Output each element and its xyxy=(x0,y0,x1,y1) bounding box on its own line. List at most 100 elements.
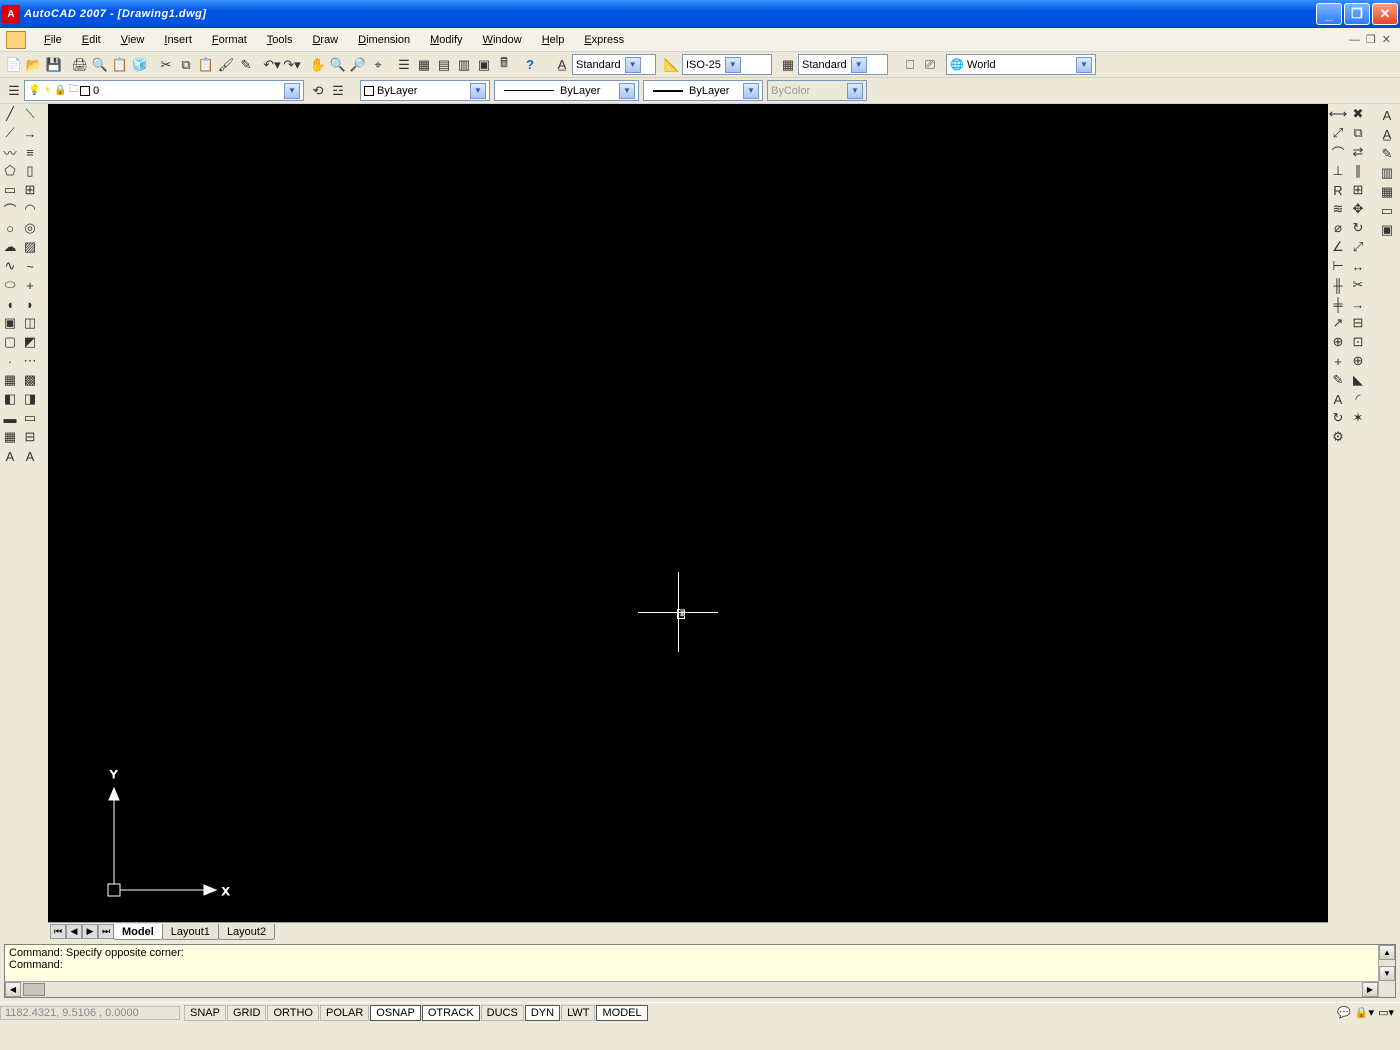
dimstyle-icon[interactable]: ⚙ xyxy=(1328,427,1348,447)
axis-icon[interactable]: + xyxy=(20,275,40,295)
minimize-button[interactable]: _ xyxy=(1316,3,1342,25)
menu-dimension[interactable]: Dimension xyxy=(348,32,420,48)
point-icon[interactable]: · xyxy=(0,351,20,371)
lock-icon[interactable]: 🔒▾ xyxy=(1355,1006,1374,1019)
coordinate-display[interactable]: 1182.4321, 9.5106 , 0.0000 xyxy=(0,1006,180,1020)
save-icon[interactable]: 💾 xyxy=(44,55,64,75)
pan-icon[interactable]: ✋ xyxy=(308,55,328,75)
status-otrack-button[interactable]: OTRACK xyxy=(422,1005,480,1021)
dimdia-icon[interactable]: ⌀ xyxy=(1328,218,1348,238)
plot-preview-icon[interactable]: 🔍 xyxy=(90,55,110,75)
menu-modify[interactable]: Modify xyxy=(420,32,472,48)
dimjog-icon[interactable]: ≋ xyxy=(1328,199,1348,219)
menu-draw[interactable]: Draw xyxy=(302,32,348,48)
dimang-icon[interactable]: ∠ xyxy=(1328,237,1348,257)
menu-window[interactable]: Window xyxy=(473,32,532,48)
tab-layout1[interactable]: Layout1 xyxy=(162,924,219,940)
breakat-icon[interactable]: ⊡ xyxy=(1348,332,1368,352)
tab-layout2[interactable]: Layout2 xyxy=(218,924,275,940)
drawing-canvas[interactable]: ⌛ X Y xyxy=(48,104,1328,922)
boundary-icon[interactable]: ▭ xyxy=(20,408,40,428)
text-style-icon[interactable]: A̲ xyxy=(552,55,572,75)
pline-icon[interactable]: 〰 xyxy=(0,142,20,162)
table-icon[interactable]: ▦ xyxy=(0,427,20,447)
scroll-right-button[interactable]: ▶ xyxy=(1362,982,1378,997)
menu-edit[interactable]: Edit xyxy=(72,32,111,48)
rotate-icon[interactable]: ↻ xyxy=(1348,218,1368,238)
iblock-icon[interactable]: ▣ xyxy=(0,313,20,333)
tbl-icon[interactable]: ⊟ xyxy=(20,427,40,447)
spline-icon[interactable]: ∿ xyxy=(0,256,20,276)
menu-insert[interactable]: Insert xyxy=(154,32,202,48)
wblock-icon[interactable]: ◩ xyxy=(20,332,40,352)
status-ducs-button[interactable]: DUCS xyxy=(481,1005,524,1021)
status-lwt-button[interactable]: LWT xyxy=(561,1005,595,1021)
mtext-icon[interactable]: A xyxy=(0,446,20,466)
mline-icon[interactable]: ≡ xyxy=(20,142,40,162)
move-icon[interactable]: ✥ xyxy=(1348,199,1368,219)
design-center-icon[interactable]: ▦ xyxy=(414,55,434,75)
table-style-dropdown[interactable]: Standard ▼ xyxy=(798,54,888,75)
center-icon[interactable]: + xyxy=(1328,351,1348,371)
tab-prev-button[interactable]: ◀ xyxy=(66,924,82,939)
offset-icon[interactable]: ∥ xyxy=(1348,161,1368,181)
plot-icon[interactable]: 🖨 xyxy=(70,55,90,75)
scroll-up-button[interactable]: ▲ xyxy=(1379,945,1395,960)
grad2-icon[interactable]: ◨ xyxy=(20,389,40,409)
stretch-icon[interactable]: ↔ xyxy=(1348,256,1368,276)
book2-icon[interactable]: ▣ xyxy=(1377,220,1397,239)
fields-icon[interactable]: ▥ xyxy=(1377,163,1397,182)
spline2-icon[interactable]: ~ xyxy=(20,256,40,276)
dimord-icon[interactable]: ⊥ xyxy=(1328,161,1348,181)
publish-icon[interactable]: 📋 xyxy=(110,55,130,75)
qdim-icon[interactable]: ⊢ xyxy=(1328,256,1348,276)
text-a-icon[interactable]: A xyxy=(1377,106,1397,125)
qleader-icon[interactable]: ↗ xyxy=(1328,313,1348,333)
open-icon[interactable]: 📂 xyxy=(24,55,44,75)
menu-express[interactable]: Express xyxy=(574,32,634,48)
join-icon[interactable]: ⊕ xyxy=(1348,351,1368,371)
status-ortho-button[interactable]: ORTHO xyxy=(267,1005,319,1021)
maximize-button[interactable]: ❐ xyxy=(1344,3,1370,25)
array-icon[interactable]: ⊞ xyxy=(20,180,40,200)
text-ai-icon[interactable]: A̲ xyxy=(1377,125,1397,144)
fillet-icon[interactable]: ◜ xyxy=(1348,389,1368,409)
new-icon[interactable]: 📄 xyxy=(4,55,24,75)
dimedit-icon[interactable]: ✎ xyxy=(1328,370,1348,390)
mblock-icon[interactable]: ▢ xyxy=(0,332,20,352)
tab-next-button[interactable]: ▶ xyxy=(82,924,98,939)
3dprint-icon[interactable]: 🧊 xyxy=(130,55,150,75)
dimradius-icon[interactable]: R xyxy=(1328,180,1348,200)
linetype-dropdown[interactable]: ByLayer ▼ xyxy=(494,80,639,101)
close-button[interactable]: ✕ xyxy=(1372,3,1398,25)
redo-icon[interactable]: ↷▾ xyxy=(282,55,302,75)
lineweight-dropdown[interactable]: ByLayer ▼ xyxy=(643,80,763,101)
hatch-icon[interactable]: ▦ xyxy=(0,370,20,390)
block-icon[interactable]: ◫ xyxy=(20,313,40,333)
dim-style-dropdown[interactable]: ISO-25 ▼ xyxy=(682,54,772,75)
mdi-restore-button[interactable]: ❐ xyxy=(1363,33,1379,46)
scale-icon[interactable]: ⤢ xyxy=(1348,237,1368,257)
xline-icon[interactable]: ⟍ xyxy=(20,104,40,124)
htable-icon[interactable]: ▦ xyxy=(1377,182,1397,201)
tab-last-button[interactable]: ⏭ xyxy=(98,924,114,939)
layer-manager-icon[interactable]: ☰ xyxy=(4,81,24,101)
table-style-icon[interactable]: ▦ xyxy=(778,55,798,75)
dimlinear-icon[interactable]: ⟷ xyxy=(1328,104,1348,124)
divide-icon[interactable]: ⋯ xyxy=(20,351,40,371)
text-sym-icon[interactable]: ✎ xyxy=(1377,144,1397,163)
tool-palettes-icon[interactable]: ▤ xyxy=(434,55,454,75)
dimcont-icon[interactable]: ╪ xyxy=(1328,294,1348,314)
book-icon[interactable]: ▭ xyxy=(1377,201,1397,220)
tray-toggle-icon[interactable]: ▭▾ xyxy=(1378,1006,1394,1019)
mdi-close-button[interactable]: ✕ xyxy=(1379,33,1394,46)
status-osnap-button[interactable]: OSNAP xyxy=(370,1005,421,1021)
ucs-icon-btn[interactable]: ⎚ xyxy=(920,55,940,75)
ucs-name-dropdown[interactable]: 🌐 World ▼ xyxy=(946,54,1096,75)
match-properties-icon[interactable]: 🖌 xyxy=(216,55,236,75)
mirror-icon[interactable]: ⇄ xyxy=(1348,142,1368,162)
extend-icon[interactable]: → xyxy=(1348,294,1368,314)
wipeout-icon[interactable]: ▨ xyxy=(20,237,40,257)
trim-icon[interactable]: ✂ xyxy=(1348,275,1368,295)
dim-style-icon[interactable]: 📐 xyxy=(662,55,682,75)
